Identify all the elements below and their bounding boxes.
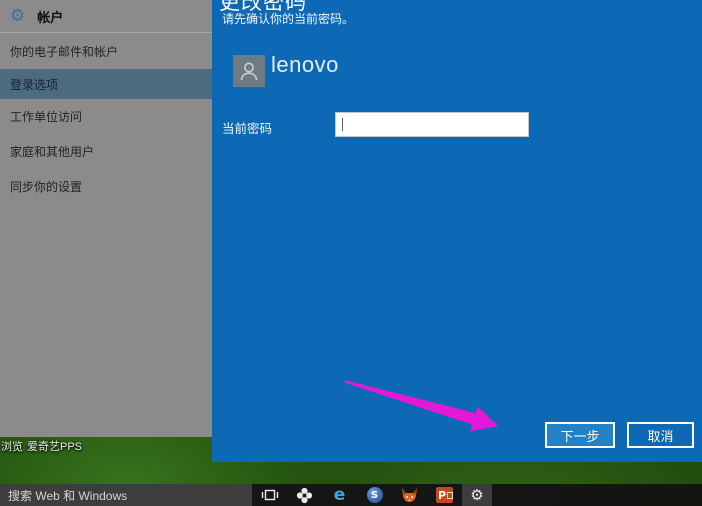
powerpoint-icon: P bbox=[436, 487, 453, 503]
cancel-button[interactable]: 取消 bbox=[627, 422, 694, 448]
settings-gear-taskbar-icon: ⚙ bbox=[470, 488, 483, 503]
change-password-panel: 更改密码 请先确认你的当前密码。 lenovo 当前密码 下一步 取消 bbox=[212, 0, 702, 462]
page-title: 帐户 bbox=[37, 7, 63, 26]
sidebar-item-label: 家庭和其他用户 bbox=[10, 143, 94, 160]
settings-app-button[interactable]: ⚙ bbox=[462, 484, 492, 506]
desktop-icon-label[interactable]: 爱奇艺PPS bbox=[27, 442, 82, 453]
sidebar-item-email-accounts[interactable]: 你的电子邮件和帐户 bbox=[0, 34, 212, 69]
text-caret bbox=[342, 118, 343, 131]
powerpoint-button[interactable]: P bbox=[427, 484, 462, 506]
search-placeholder-text: 搜索 Web 和 Windows bbox=[8, 487, 127, 504]
password-prompt: 请先确认你的当前密码。 bbox=[222, 10, 354, 27]
current-password-label: 当前密码 bbox=[222, 118, 272, 137]
sidebar-item-label: 登录选项 bbox=[10, 76, 58, 93]
current-password-input[interactable] bbox=[335, 112, 529, 137]
person-icon bbox=[233, 55, 265, 87]
desktop-icon-label[interactable]: 浏览 bbox=[1, 442, 23, 453]
sidebar-item-signin-options[interactable]: 登录选项 bbox=[0, 69, 212, 99]
settings-gear-icon: ⚙ bbox=[10, 8, 25, 25]
taskbar-search-box[interactable]: 搜索 Web 和 Windows bbox=[0, 484, 252, 506]
pinwheel-icon bbox=[296, 487, 313, 504]
sogou-icon: S bbox=[367, 487, 383, 503]
powerpoint-slide-glyph bbox=[447, 492, 453, 499]
current-password-field[interactable] bbox=[336, 113, 528, 136]
desktop-wallpaper: 浏览 爱奇艺PPS ⚙ 帐户 你的电子邮件和帐户 登录选项 工作单位访问 家庭和… bbox=[0, 0, 702, 506]
firefox-icon bbox=[400, 487, 419, 503]
firefox-button[interactable] bbox=[392, 484, 427, 506]
sidebar-item-label: 工作单位访问 bbox=[10, 108, 82, 125]
user-name: lenovo bbox=[271, 52, 339, 78]
sogou-browser-button[interactable]: S bbox=[357, 484, 392, 506]
taskbar: 搜索 Web 和 Windows e S bbox=[0, 484, 702, 506]
task-view-icon bbox=[261, 488, 279, 502]
powerpoint-letter: P bbox=[438, 490, 446, 501]
pinwheel-app-button[interactable] bbox=[287, 484, 322, 506]
sogou-letter: S bbox=[371, 490, 378, 501]
edge-icon: e bbox=[334, 487, 346, 504]
sidebar-item-family-other-users[interactable]: 家庭和其他用户 bbox=[0, 134, 212, 169]
sidebar-header: ⚙ 帐户 bbox=[0, 0, 212, 33]
sidebar-item-label: 同步你的设置 bbox=[10, 178, 82, 195]
user-avatar bbox=[233, 55, 265, 87]
sidebar-item-label: 你的电子邮件和帐户 bbox=[10, 43, 118, 60]
next-button[interactable]: 下一步 bbox=[545, 422, 615, 448]
settings-sidebar: ⚙ 帐户 你的电子邮件和帐户 登录选项 工作单位访问 家庭和其他用户 同步你的设… bbox=[0, 0, 212, 437]
annotation-arrow bbox=[340, 374, 510, 444]
sidebar-item-sync-settings[interactable]: 同步你的设置 bbox=[0, 169, 212, 204]
task-view-button[interactable] bbox=[252, 484, 287, 506]
edge-browser-button[interactable]: e bbox=[322, 484, 357, 506]
sidebar-nav: 你的电子邮件和帐户 登录选项 工作单位访问 家庭和其他用户 同步你的设置 bbox=[0, 33, 212, 204]
sidebar-item-work-access[interactable]: 工作单位访问 bbox=[0, 99, 212, 134]
